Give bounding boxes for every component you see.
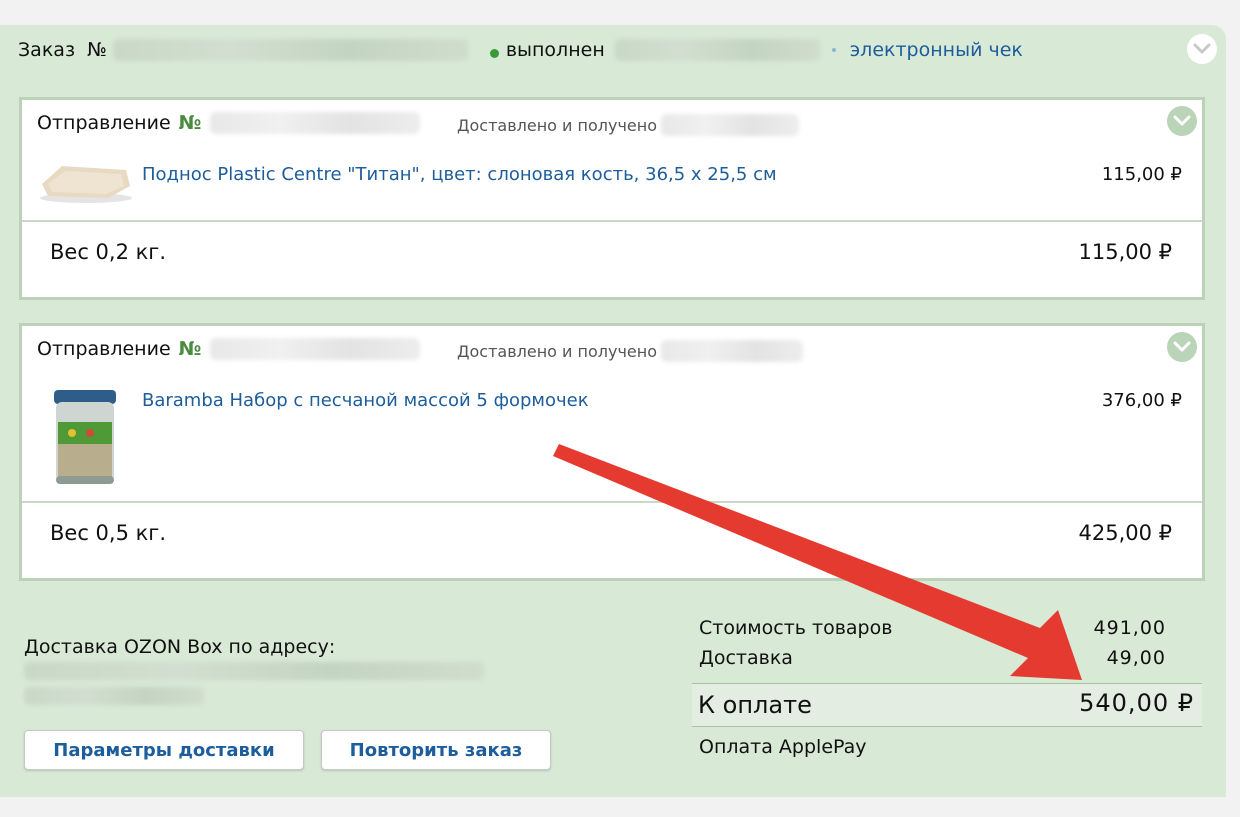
shipment-number-redacted bbox=[209, 112, 420, 134]
shipment-card: Отправление № Доставлено и получено Подн… bbox=[19, 97, 1205, 300]
status-dot-icon bbox=[489, 48, 499, 58]
shipment-weight: Вес 0,5 кг. bbox=[50, 521, 167, 545]
shipment-footer: Вес 0,5 кг. 425,00 ₽ bbox=[22, 501, 1202, 581]
product-link[interactable]: Поднос Plastic Centre "Титан", цвет: сло… bbox=[142, 164, 777, 185]
topay-label: К оплате bbox=[698, 691, 812, 719]
shipment-total: 425,00 ₽ bbox=[1078, 521, 1172, 545]
shipment-footer: Вес 0,2 кг. 115,00 ₽ bbox=[22, 220, 1202, 300]
shipment-status: Доставлено и получено bbox=[457, 114, 800, 136]
shipment-total: 115,00 ₽ bbox=[1078, 240, 1172, 264]
item-price: 115,00 ₽ bbox=[1101, 164, 1182, 185]
delivery-address-redacted bbox=[24, 687, 204, 705]
shipment-header: Отправление № bbox=[37, 338, 420, 360]
item-price: 376,00 ₽ bbox=[1101, 390, 1182, 411]
separator-dot-icon bbox=[831, 48, 836, 52]
goods-cost-label: Стоимость товаров bbox=[699, 617, 893, 639]
shipment-status-text: Доставлено и получено bbox=[457, 341, 658, 361]
delivery-cost-value: 49,00 bbox=[1106, 647, 1166, 669]
shipment-header: Отправление № bbox=[37, 112, 420, 134]
shipment-number-sign: № bbox=[178, 112, 202, 134]
goods-cost-value: 491,00 bbox=[1093, 617, 1166, 639]
order-number-sign: № bbox=[87, 39, 107, 61]
topay-value: 540,00 ₽ bbox=[1079, 689, 1194, 717]
shipment-status: Доставлено и получено bbox=[457, 340, 804, 362]
order-date-redacted bbox=[614, 39, 820, 61]
payment-method: Оплата ApplePay bbox=[699, 736, 867, 758]
shipment-status-text: Доставлено и получено bbox=[457, 115, 658, 135]
delivery-address-label: Доставка OZON Box по адресу: bbox=[24, 636, 336, 658]
shipment-label: Отправление bbox=[37, 112, 171, 134]
order-status: выполнен bbox=[505, 39, 605, 61]
delivery-cost-label: Доставка bbox=[699, 647, 793, 669]
order-label: Заказ bbox=[18, 39, 76, 61]
shipment-number-sign: № bbox=[178, 338, 202, 360]
shipment-date-redacted bbox=[661, 340, 804, 362]
shipment-label: Отправление bbox=[37, 338, 171, 360]
list-item: Поднос Plastic Centre "Титан", цвет: сло… bbox=[22, 150, 1202, 210]
list-item: Baramba Набор с песчаной массой 5 формоч… bbox=[22, 376, 1202, 496]
shipment-number-redacted bbox=[209, 338, 420, 360]
delivery-params-button[interactable]: Параметры доставки bbox=[24, 730, 304, 770]
product-link[interactable]: Baramba Набор с песчаной массой 5 формоч… bbox=[142, 390, 589, 411]
order-number-redacted bbox=[112, 39, 468, 61]
sand-set-product-image[interactable] bbox=[50, 388, 120, 488]
order-header: Заказ № выполнен электронный чек bbox=[18, 37, 1023, 63]
tray-product-image[interactable] bbox=[34, 160, 134, 204]
receipt-link[interactable]: электронный чек bbox=[850, 39, 1023, 61]
delivery-address-redacted bbox=[24, 662, 484, 680]
topay-row: К оплате 540,00 ₽ bbox=[692, 683, 1202, 727]
repeat-order-button[interactable]: Повторить заказ bbox=[321, 730, 551, 770]
order-collapse-chevron-icon[interactable] bbox=[1187, 34, 1217, 64]
shipment-card: Отправление № Доставлено и получено Bara… bbox=[19, 323, 1205, 581]
shipment-weight: Вес 0,2 кг. bbox=[50, 240, 167, 264]
shipment-date-redacted bbox=[661, 114, 800, 136]
shipment-collapse-chevron-icon[interactable] bbox=[1167, 106, 1197, 136]
shipment-collapse-chevron-icon[interactable] bbox=[1167, 332, 1197, 362]
